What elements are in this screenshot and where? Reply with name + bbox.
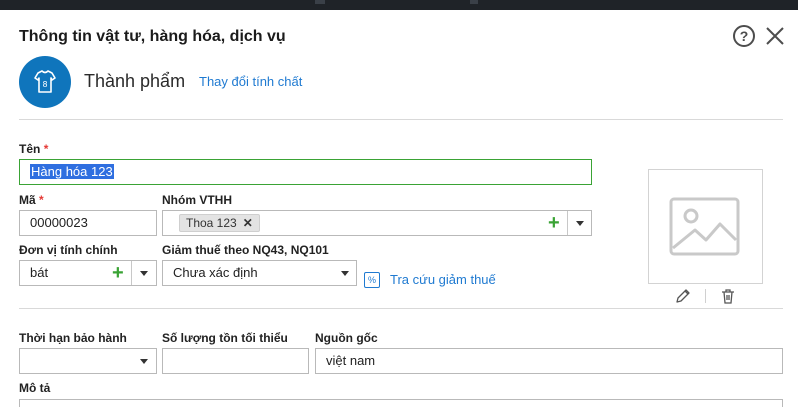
change-type-link[interactable]: Thay đổi tính chất <box>199 74 302 89</box>
svg-text:8: 8 <box>42 80 47 89</box>
image-placeholder-icon <box>669 197 740 256</box>
percent-document-icon[interactable]: % <box>364 272 380 288</box>
origin-value: việt nam <box>326 353 376 368</box>
tax-reduction-value: Chưa xác định <box>173 265 258 280</box>
name-input[interactable]: Hàng hóa 123 <box>19 159 592 185</box>
help-icon[interactable]: ? <box>733 25 755 47</box>
group-tag: Thoa 123 ✕ <box>179 214 260 232</box>
description-label: Mô tả <box>19 381 51 395</box>
code-label: Mã * <box>19 193 44 207</box>
trash-icon[interactable] <box>719 287 737 305</box>
warranty-label: Thời hạn bảo hành <box>19 331 127 345</box>
unit-value: bát <box>30 265 49 280</box>
min-stock-label: Số lượng tồn tối thiểu <box>162 331 288 345</box>
name-value: Hàng hóa 123 <box>30 164 114 179</box>
image-placeholder[interactable] <box>648 169 763 284</box>
item-type-label: Thành phẩm <box>84 71 186 91</box>
pencil-icon[interactable] <box>674 287 692 305</box>
tax-lookup-link[interactable]: Tra cứu giảm thuế <box>390 272 496 287</box>
tag-remove-icon[interactable]: ✕ <box>243 216 253 230</box>
warranty-select[interactable] <box>19 348 157 374</box>
origin-input[interactable]: việt nam <box>315 348 783 374</box>
tshirt-icon: 8 <box>19 56 71 108</box>
warranty-dropdown-icon[interactable] <box>140 359 148 364</box>
item-info-dialog: Thông tin vật tư, hàng hóa, dịch vụ ? 8 … <box>0 10 798 407</box>
group-multiselect[interactable]: Thoa 123 ✕ + <box>162 210 592 236</box>
section-divider-2 <box>19 308 783 309</box>
tax-dropdown-icon[interactable] <box>341 271 349 276</box>
dialog-title: Thông tin vật tư, hàng hóa, dịch vụ <box>19 28 286 45</box>
add-unit-icon[interactable]: + <box>112 262 124 284</box>
code-value: 00000023 <box>30 215 88 230</box>
tax-reduction-label: Giảm thuế theo NQ43, NQ101 <box>162 243 329 257</box>
group-label: Nhóm VTHH <box>162 193 232 207</box>
origin-label: Nguồn gốc <box>315 331 378 345</box>
min-stock-input[interactable] <box>162 348 309 374</box>
code-input[interactable]: 00000023 <box>19 210 157 236</box>
section-divider <box>19 119 783 120</box>
unit-dropdown-icon[interactable] <box>140 271 148 276</box>
unit-select[interactable]: bát + <box>19 260 157 286</box>
name-label: Tên * <box>19 142 49 156</box>
close-icon[interactable] <box>764 25 786 47</box>
description-input[interactable] <box>19 399 783 407</box>
unit-label: Đơn vị tính chính <box>19 243 118 257</box>
tax-reduction-select[interactable]: Chưa xác định <box>162 260 357 286</box>
add-group-icon[interactable]: + <box>548 212 560 234</box>
window-top-bar <box>0 0 798 10</box>
group-dropdown-icon[interactable] <box>576 221 584 226</box>
